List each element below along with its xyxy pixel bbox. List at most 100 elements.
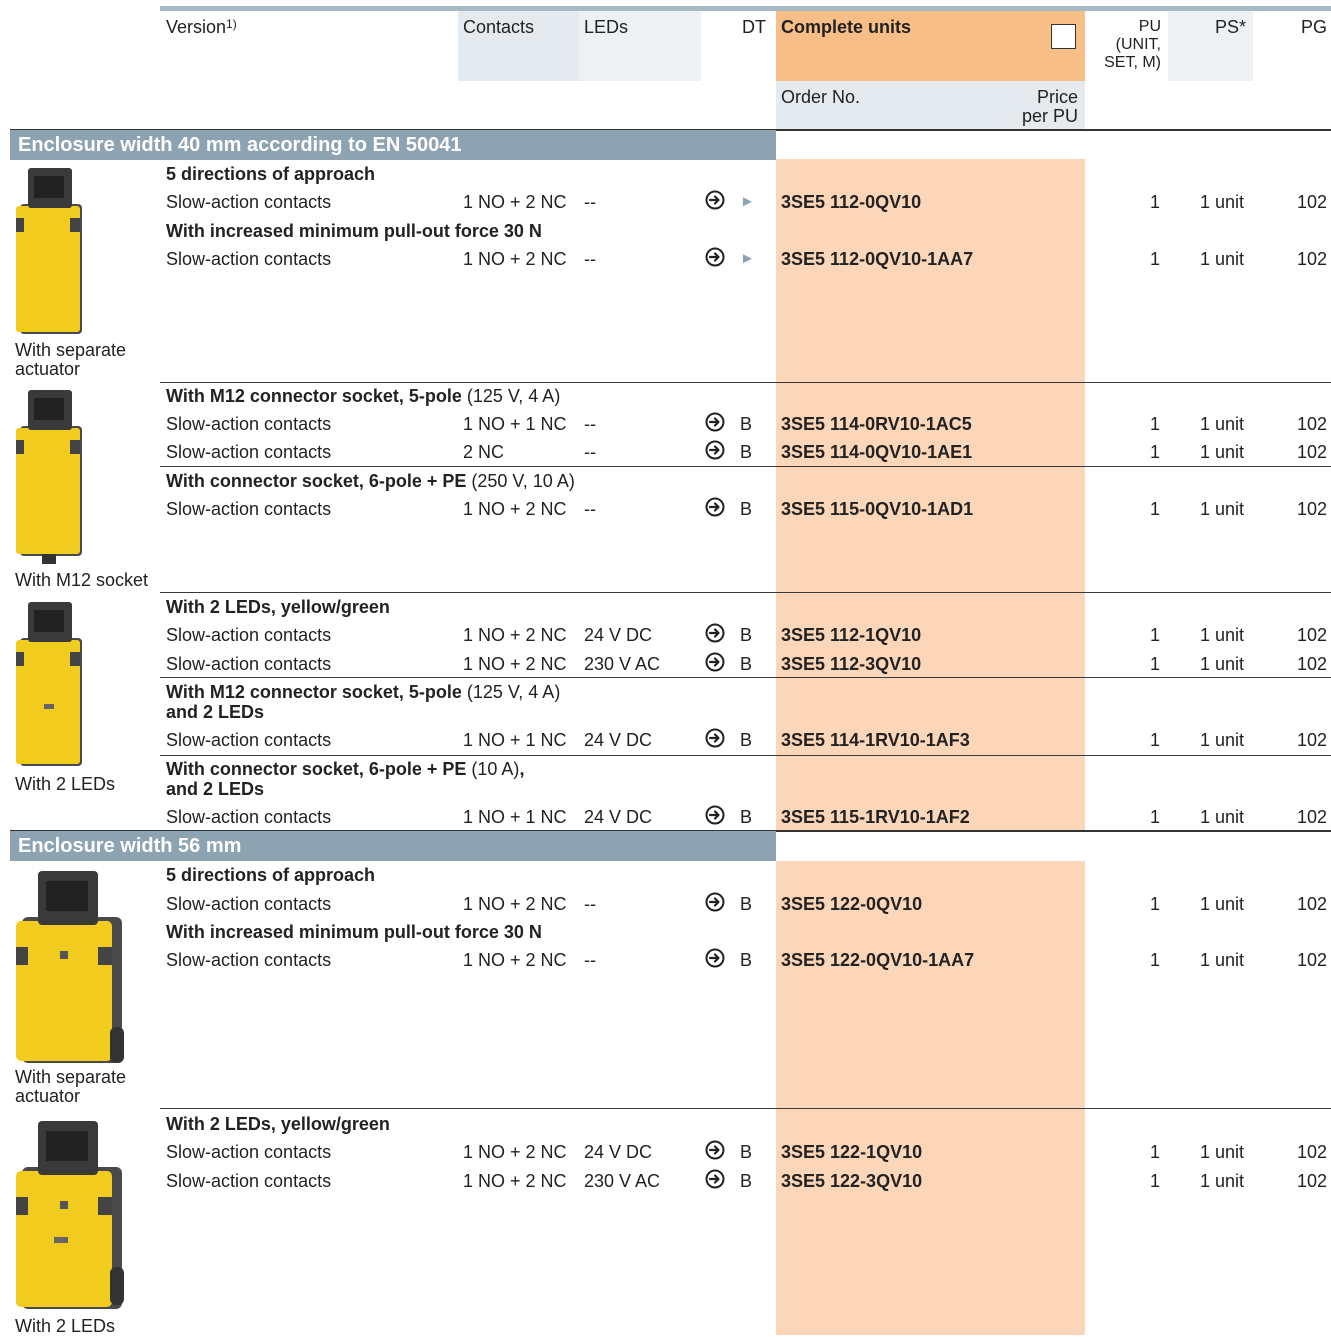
group-heading: 5 directions of approach [166,865,376,885]
row-pu: 1 [1149,730,1160,750]
row-order-no: 3SE5 112-1QV10 [781,625,922,645]
group-heading-line2: and 2 LEDs [166,702,265,722]
row-contacts: 1 NO + 2 NC [463,192,567,212]
row-leds: -- [584,414,596,434]
circled-arrow-icon [705,1140,725,1166]
row-dt: B [740,730,753,750]
row-leds: 24 V DC [584,807,653,827]
row-pu: 1 [1149,625,1160,645]
row-ps: 1 unit [1200,1142,1245,1162]
row-ps: 1 unit [1200,1171,1245,1191]
header-leds: LEDs [584,17,629,37]
row-pg: 102 [1296,1171,1327,1191]
header-complete-units: Complete units [781,17,912,37]
row-pu: 1 [1149,249,1160,269]
row-contacts: 1 NO + 2 NC [463,1142,567,1162]
image-caption-5: With 2 LEDs [15,1316,116,1336]
row-contacts: 1 NO + 1 NC [463,807,567,827]
header-version: Version1) [166,17,237,37]
row-separator [160,592,1331,593]
row-pu: 1 [1149,894,1160,914]
row-version: Slow-action contacts [166,442,332,462]
switch-image-separate-actuator-56 [16,871,124,1063]
header-ps: PS* [1214,17,1246,37]
row-leds: 24 V DC [584,1142,653,1162]
image-caption-2: With M12 socket [15,570,149,590]
row-pu: 1 [1149,1171,1160,1191]
row-version: Slow-action contacts [166,1171,332,1191]
row-ps: 1 unit [1200,249,1245,269]
row-pg: 102 [1296,1142,1327,1162]
row-pu: 1 [1149,192,1160,212]
header-pg: PG [1300,17,1327,37]
row-version: Slow-action contacts [166,950,332,970]
row-ps: 1 unit [1200,625,1245,645]
switch-image-m12-socket [16,390,82,564]
row-ps: 1 unit [1200,414,1245,434]
row-version: Slow-action contacts [166,249,332,269]
row-order-no: 3SE5 114-0RV10-1AC5 [781,414,972,434]
row-contacts: 1 NO + 2 NC [463,654,567,674]
row-order-no: 3SE5 112-3QV10 [781,654,922,674]
header-price-2: per PU [1021,106,1078,126]
row-dt: B [740,1171,753,1191]
circled-arrow-icon [705,728,725,754]
row-ps: 1 unit [1200,730,1245,750]
row-contacts: 1 NO + 2 NC [463,249,567,269]
row-contacts: 1 NO + 2 NC [463,894,567,914]
group-heading: With increased minimum pull-out force 30… [166,221,542,241]
row-dt: B [740,414,753,434]
row-ps: 1 unit [1200,192,1245,212]
row-dt: B [740,807,753,827]
header-dt: DT [742,17,766,37]
row-pg: 102 [1296,654,1327,674]
row-contacts: 1 NO + 1 NC [463,730,567,750]
row-pg: 102 [1296,730,1327,750]
row-contacts: 1 NO + 2 NC [463,625,567,645]
group-heading: With increased minimum pull-out force 30… [166,922,542,942]
row-dt: B [740,1142,753,1162]
row-leds: -- [584,192,596,212]
header-contacts: Contacts [463,17,535,37]
row-dt: ► [740,193,755,210]
section-title-40mm: Enclosure width 40 mm according to EN 50… [10,130,776,160]
row-ps: 1 unit [1200,654,1245,674]
row-pg: 102 [1296,249,1327,269]
image-caption-1b: actuator [15,359,81,379]
row-leds: -- [584,442,596,462]
row-pg: 102 [1296,192,1327,212]
group-heading: With connector socket, 6-pole + PE (250 … [166,471,575,491]
switch-image-2-leds [16,602,82,766]
section-title-56mm: Enclosure width 56 mm [10,831,776,861]
group-heading: With M12 connector socket, 5-pole (125 V… [166,386,561,406]
row-dt: B [740,625,753,645]
row-pu: 1 [1149,654,1160,674]
row-version: Slow-action contacts [166,414,332,434]
row-pu: 1 [1149,442,1160,462]
circled-arrow-icon [705,247,725,273]
row-pg: 102 [1296,894,1327,914]
order-column-bg-2 [776,861,1085,1335]
circled-arrow-icon [705,805,725,831]
row-dt: ► [740,250,755,267]
row-pg: 102 [1296,442,1327,462]
row-leds: 24 V DC [584,730,653,750]
row-contacts: 1 NO + 2 NC [463,950,567,970]
row-pg: 102 [1296,414,1327,434]
row-version: Slow-action contacts [166,730,332,750]
row-order-no: 3SE5 122-0QV10-1AA7 [781,950,975,970]
row-pu: 1 [1149,499,1160,519]
row-dt: B [740,950,753,970]
row-order-no: 3SE5 115-0QV10-1AD1 [781,499,974,519]
row-leds: 230 V AC [584,1171,661,1191]
row-dt: B [740,894,753,914]
group-heading: With 2 LEDs, yellow/green [166,597,390,617]
circled-arrow-icon [705,892,725,918]
row-order-no: 3SE5 122-3QV10 [781,1171,923,1191]
row-leds: -- [584,950,596,970]
header-top-rule [160,6,1331,11]
row-pu: 1 [1149,1142,1160,1162]
circled-arrow-icon [705,412,725,438]
checkbox[interactable] [1051,24,1076,49]
row-contacts: 2 NC [463,442,505,462]
